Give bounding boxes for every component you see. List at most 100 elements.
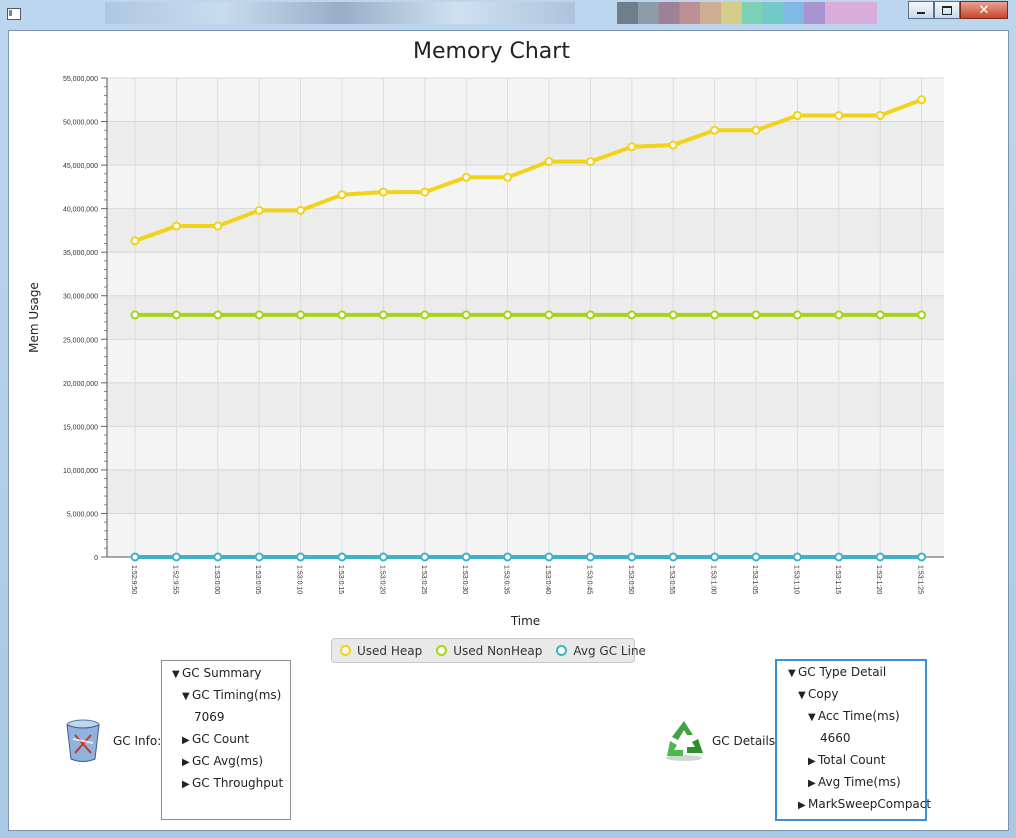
- data-point-avg-gc-line: [461, 552, 471, 562]
- x-tick-label: 1:53:0:55: [668, 565, 675, 594]
- tree-item[interactable]: 7069: [194, 706, 225, 728]
- collapse-right-icon[interactable]: ▶: [808, 751, 818, 773]
- y-tick-label: 55,000,000: [63, 76, 98, 83]
- data-point-used-nonheap: [834, 310, 844, 320]
- y-tick-label: 50,000,000: [63, 120, 98, 127]
- tree-item[interactable]: ▶ Total Count: [808, 749, 885, 771]
- data-point-avg-gc-line: [751, 552, 761, 562]
- tree-item[interactable]: ▶ GC Avg(ms): [182, 750, 263, 772]
- close-button[interactable]: ✕: [960, 1, 1008, 19]
- tree-item[interactable]: ▼ GC Summary: [172, 662, 261, 684]
- data-point-used-heap: [378, 187, 388, 197]
- collapse-right-icon[interactable]: ▶: [182, 730, 192, 752]
- plot-band: [107, 339, 944, 383]
- tree-item-label: MarkSweepCompact: [808, 797, 932, 811]
- expand-down-icon[interactable]: ▼: [182, 686, 192, 708]
- expand-down-icon[interactable]: ▼: [172, 664, 182, 686]
- plot-band: [107, 295, 944, 340]
- data-point-avg-gc-line: [834, 552, 844, 562]
- x-tick-label: 1:53:0:50: [627, 565, 634, 594]
- legend-label-used-heap: Used Heap: [357, 643, 423, 658]
- data-point-used-nonheap: [710, 310, 720, 320]
- data-point-avg-gc-line: [544, 552, 554, 562]
- recycle-bin-icon: [63, 717, 103, 763]
- data-point-avg-gc-line: [171, 552, 181, 562]
- data-point-used-nonheap: [213, 310, 223, 320]
- title-bar[interactable]: ✕: [0, 0, 1016, 26]
- data-point-avg-gc-line: [585, 552, 595, 562]
- y-tick-label: 0: [94, 555, 98, 562]
- data-point-used-nonheap: [917, 310, 927, 320]
- data-point-used-nonheap: [585, 310, 595, 320]
- legend-label-avg-gc-line: Avg GC Line: [573, 643, 646, 658]
- data-point-used-heap: [544, 157, 554, 167]
- tree-item[interactable]: ▶ GC Throughput: [182, 772, 283, 794]
- data-point-used-heap: [254, 205, 264, 215]
- data-point-used-heap: [627, 142, 637, 152]
- collapse-right-icon[interactable]: ▶: [798, 795, 808, 817]
- tree-item[interactable]: ▼ GC Type Detail: [788, 661, 886, 683]
- tree-item[interactable]: 4660: [820, 727, 851, 749]
- expand-down-icon[interactable]: ▼: [798, 685, 808, 707]
- app-window: ✕ Memory Chart 0 5,000,000 10,000,000 15,00…: [0, 0, 1016, 838]
- x-tick-label: 1:53:1:00: [710, 565, 717, 594]
- x-tick-label: 1:53:0:20: [378, 565, 385, 594]
- tree-item[interactable]: ▶ GC Count: [182, 728, 249, 750]
- memory-line-chart: 0 5,000,000 10,000,000 15,000,000 20,000,000…: [27, 76, 944, 628]
- x-tick-label: 1:53:0:30: [461, 565, 468, 594]
- minimize-button[interactable]: [908, 1, 934, 19]
- x-tick-label: 1:53:1:25: [917, 565, 924, 594]
- tree-item[interactable]: ▼ GC Timing(ms): [182, 684, 281, 706]
- data-point-used-heap: [710, 125, 720, 135]
- tree-item-label: GC Throughput: [192, 776, 284, 790]
- tree-item-label: 7069: [194, 710, 225, 724]
- expand-down-icon[interactable]: ▼: [788, 663, 798, 685]
- data-point-avg-gc-line: [420, 552, 430, 562]
- minimize-icon: [917, 12, 925, 14]
- tree-item[interactable]: ▼ Copy: [798, 683, 838, 705]
- tree-item[interactable]: ▶ MarkSweepCompact: [798, 793, 931, 815]
- data-point-used-nonheap: [627, 310, 637, 320]
- tree-item-label: GC Timing(ms): [192, 688, 282, 702]
- tree-item[interactable]: ▶ Avg Time(ms): [808, 771, 901, 793]
- data-point-avg-gc-line: [627, 552, 637, 562]
- gc-details-tree[interactable]: ▼ GC Type Detail ▼ Copy ▼ Acc Time(ms) 4660 ▶ To…: [775, 659, 931, 821]
- maximize-button[interactable]: [934, 1, 960, 19]
- app-icon[interactable]: [7, 8, 21, 20]
- y-tick-label: 30,000,000: [63, 294, 98, 301]
- collapse-right-icon[interactable]: ▶: [182, 774, 192, 796]
- recycle-icon: [661, 717, 707, 763]
- data-point-avg-gc-line: [337, 552, 347, 562]
- data-point-used-heap: [130, 236, 140, 246]
- data-point-avg-gc-line: [792, 552, 802, 562]
- data-point-avg-gc-line: [503, 552, 513, 562]
- gc-info-tree[interactable]: ▼ GC Summary ▼ GC Timing(ms) 7069 ▶ GC Count ▶ G…: [161, 660, 291, 820]
- y-tick-label: 15,000,000: [63, 424, 98, 431]
- y-tick-label: 20,000,000: [63, 381, 98, 388]
- client-area: Memory Chart 0 5,000,000 10,000,000 15,000,…: [8, 30, 1009, 831]
- x-tick-label: 1:53:0:00: [213, 565, 220, 594]
- expand-down-icon[interactable]: ▼: [808, 707, 818, 729]
- data-point-used-heap: [585, 157, 595, 167]
- y-tick-label: 10,000,000: [63, 468, 98, 475]
- legend-item-used-heap: Used Heap: [340, 644, 422, 658]
- plot-band: [107, 426, 944, 470]
- tree-item-label: Copy: [808, 687, 839, 701]
- data-point-avg-gc-line: [710, 552, 720, 562]
- background-ghost: [105, 2, 575, 24]
- legend-label-used-nonheap: Used NonHeap: [453, 643, 543, 658]
- data-point-used-nonheap: [378, 310, 388, 320]
- x-tick-label: 1:53:1:05: [751, 565, 758, 594]
- data-point-avg-gc-line: [917, 552, 927, 562]
- x-tick-label: 1:53:1:10: [792, 565, 799, 594]
- collapse-right-icon[interactable]: ▶: [182, 752, 192, 774]
- data-point-used-nonheap: [296, 310, 306, 320]
- gc-details-label: GC Details:: [712, 734, 780, 748]
- legend-marker-avg-gc-line: [556, 645, 568, 656]
- data-point-used-heap: [875, 110, 885, 120]
- collapse-right-icon[interactable]: ▶: [808, 773, 818, 795]
- x-tick-label: 1:53:0:35: [503, 565, 510, 594]
- tree-item[interactable]: ▼ Acc Time(ms): [808, 705, 900, 727]
- tree-item-label: Total Count: [818, 753, 886, 767]
- data-point-used-heap: [503, 172, 513, 182]
